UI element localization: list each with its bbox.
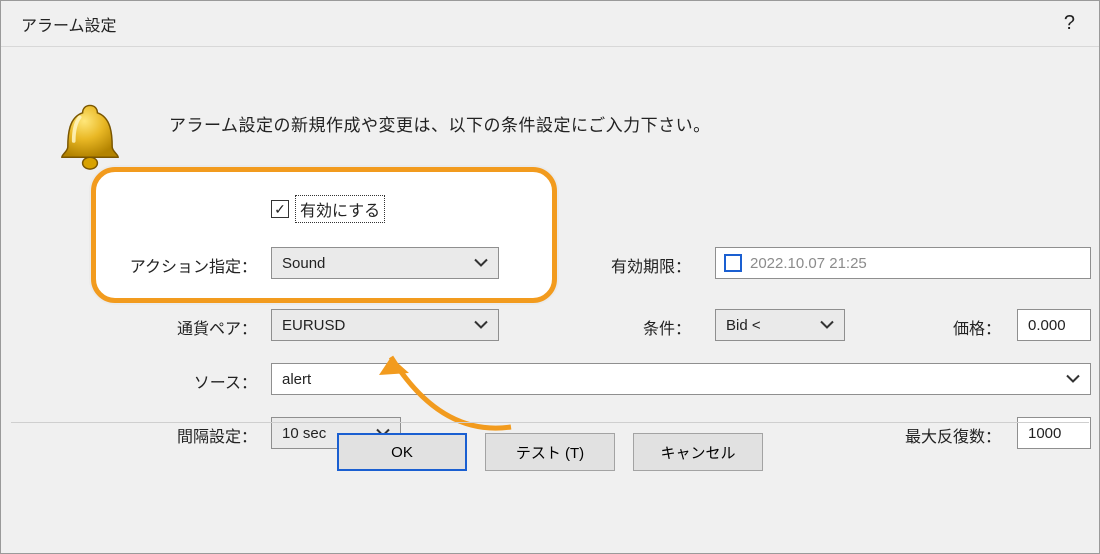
separator	[11, 422, 1089, 423]
price-value: 0.000	[1028, 317, 1066, 334]
highlight-callout	[91, 167, 557, 303]
enable-checkbox[interactable]: ✓ 有効にする	[271, 195, 385, 223]
titlebar: アラーム設定 ?	[1, 1, 1099, 47]
condition-label: 条件：	[601, 315, 691, 339]
price-label: 価格：	[921, 315, 1001, 339]
checkbox-icon: ✓	[271, 200, 289, 218]
pair-select[interactable]: EURUSD	[271, 309, 499, 341]
content-area: アラーム設定の新規作成や変更は、以下の条件設定にご入力下さい。 ✓ 有効にする …	[1, 47, 1099, 487]
enable-checkbox-label: 有効にする	[295, 195, 385, 223]
button-row: OK テスト (T) キャンセル	[1, 433, 1099, 473]
help-button[interactable]: ?	[1058, 10, 1081, 37]
action-label: アクション指定：	[101, 253, 257, 277]
chevron-down-icon	[1066, 371, 1080, 388]
bell-icon	[53, 101, 127, 175]
expiry-label: 有効期限：	[561, 253, 691, 277]
cancel-button[interactable]: キャンセル	[633, 433, 763, 471]
expiry-field[interactable]: 2022.10.07 21:25	[715, 247, 1091, 279]
alarm-settings-dialog: アラーム設定 ? アラーム設定の新規作成や変更は、以下の条件設定にご入力下さい。	[0, 0, 1100, 554]
intro-text: アラーム設定の新規作成や変更は、以下の条件設定にご入力下さい。	[169, 111, 711, 136]
source-select[interactable]: alert	[271, 363, 1091, 395]
window-title: アラーム設定	[21, 12, 117, 36]
ok-button[interactable]: OK	[337, 433, 467, 471]
price-field[interactable]: 0.000	[1017, 309, 1091, 341]
pair-label: 通貨ペア：	[121, 315, 257, 339]
condition-select[interactable]: Bid <	[715, 309, 845, 341]
condition-value: Bid <	[726, 317, 761, 334]
source-label: ソース：	[151, 369, 257, 393]
chevron-down-icon	[820, 317, 834, 334]
action-value: Sound	[282, 255, 325, 272]
action-select[interactable]: Sound	[271, 247, 499, 279]
expiry-value: 2022.10.07 21:25	[750, 255, 867, 272]
pair-value: EURUSD	[282, 317, 345, 334]
expiry-checkbox-icon	[724, 254, 742, 272]
chevron-down-icon	[474, 317, 488, 334]
chevron-down-icon	[474, 255, 488, 272]
source-value: alert	[282, 371, 311, 388]
test-button[interactable]: テスト (T)	[485, 433, 615, 471]
